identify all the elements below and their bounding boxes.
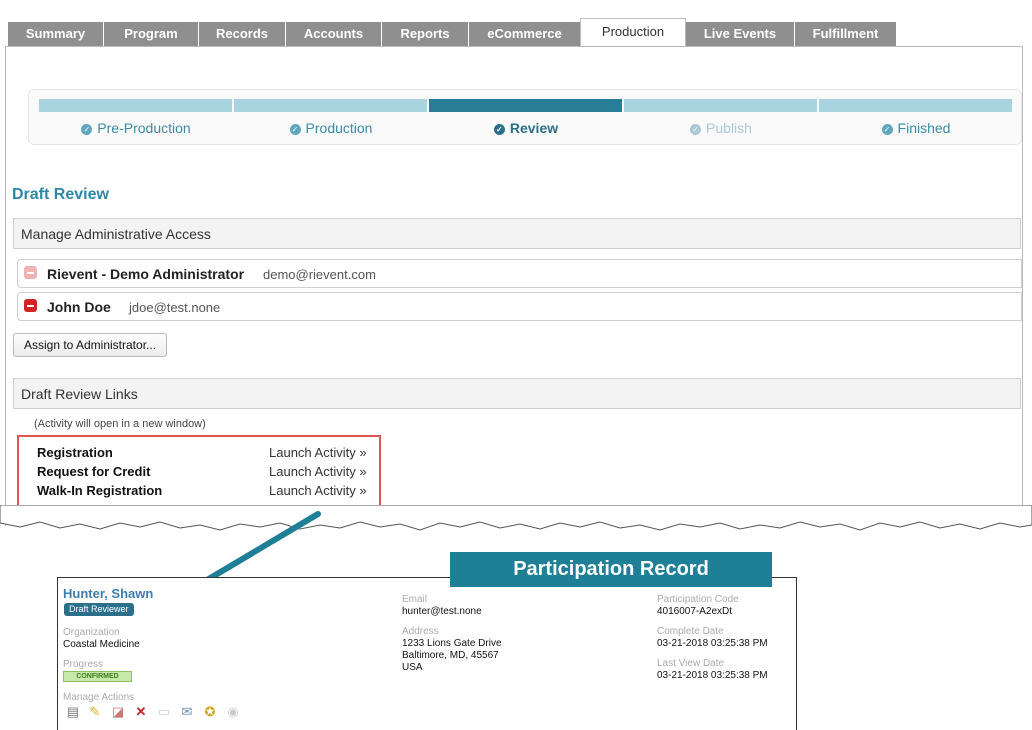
new-window-note: (Activity will open in a new window) xyxy=(34,418,206,430)
step-label: Review xyxy=(509,120,559,136)
address-label: Address xyxy=(402,626,439,637)
tab-ecommerce[interactable]: eCommerce xyxy=(469,22,581,46)
pencil-icon[interactable]: ✎ xyxy=(88,705,102,719)
draft-review-links-highlight: Registration Launch Activity » Request f… xyxy=(17,435,381,508)
tab-reports[interactable]: Reports xyxy=(382,22,469,46)
remove-admin-icon[interactable] xyxy=(24,299,37,312)
address-line-3: USA xyxy=(402,662,423,673)
activity-name: Registration xyxy=(37,445,113,460)
last-view-date-value: 03-21-2018 03:25:38 PM xyxy=(657,670,768,681)
tab-program[interactable]: Program xyxy=(104,22,199,46)
tab-production[interactable]: Production xyxy=(580,18,686,47)
tab-accounts[interactable]: Accounts xyxy=(286,22,382,46)
draft-review-links-panel-header: Draft Review Links xyxy=(13,378,1021,409)
step-production[interactable]: ✓ Production xyxy=(234,120,428,136)
organization-label: Organization xyxy=(63,627,120,638)
participation-code-label: Participation Code xyxy=(657,594,739,605)
address-line-2: Baltimore, MD, 45567 xyxy=(402,650,499,661)
blank-page-icon[interactable]: ▭ xyxy=(157,705,171,719)
participation-record-card: Hunter, Shawn Draft Reviewer Organizatio… xyxy=(57,577,797,730)
main-tab-bar: Summary Program Records Accounts Reports… xyxy=(8,18,1023,47)
step-finished[interactable]: ✓ Finished xyxy=(819,120,1013,136)
email-label: Email xyxy=(402,594,428,605)
admin-name: Rievent - Demo Administrator xyxy=(47,266,245,282)
step-label: Publish xyxy=(706,120,752,136)
step-pre-production[interactable]: ✓ Pre-Production xyxy=(39,120,233,136)
participation-code-value: 4016007-A2exDt xyxy=(657,606,733,617)
admin-row: Rievent - Demo Administrator demo@rieven… xyxy=(17,259,1022,288)
step-label: Pre-Production xyxy=(97,120,191,136)
check-circle-icon: ✓ xyxy=(690,124,702,135)
participant-name[interactable]: Hunter, Shawn xyxy=(63,586,153,601)
manage-actions-label: Manage Actions xyxy=(63,692,135,703)
progress-label: Progress xyxy=(63,659,104,670)
check-circle-icon: ✓ xyxy=(493,124,505,135)
eraser-icon[interactable]: ◪ xyxy=(111,705,125,719)
document-icon[interactable]: ▤ xyxy=(66,705,80,719)
remove-admin-icon[interactable] xyxy=(24,266,37,279)
admin-email: jdoe@test.none xyxy=(129,300,221,315)
step-review[interactable]: ✓ Review xyxy=(429,120,623,136)
step-label: Finished xyxy=(897,120,951,136)
check-circle-icon: ✓ xyxy=(289,124,301,135)
launch-activity-link[interactable]: Launch Activity » xyxy=(269,483,367,498)
draft-reviewer-badge: Draft Reviewer xyxy=(64,603,134,616)
email-value: hunter@test.none xyxy=(402,606,482,617)
tab-records[interactable]: Records xyxy=(199,22,286,46)
tab-live-events[interactable]: Live Events xyxy=(686,22,795,46)
launch-activity-link[interactable]: Launch Activity » xyxy=(269,464,367,479)
participation-record-callout-title: Participation Record xyxy=(450,552,772,587)
check-circle-icon: ✓ xyxy=(881,124,893,135)
view-eye-icon[interactable]: ◉ xyxy=(226,705,240,719)
progress-segment-review xyxy=(429,99,622,112)
delete-icon[interactable]: ✕ xyxy=(134,705,148,719)
check-circle-icon: ✓ xyxy=(81,124,93,135)
step-label: Production xyxy=(305,120,373,136)
launch-activity-link[interactable]: Launch Activity » xyxy=(269,445,367,460)
activity-name: Walk-In Registration xyxy=(37,483,163,498)
address-line-1: 1233 Lions Gate Drive xyxy=(402,638,502,649)
admin-email: demo@rievent.com xyxy=(263,267,376,282)
progress-segment-finished xyxy=(819,99,1012,112)
progress-segment-publish xyxy=(624,99,817,112)
page-title: Draft Review xyxy=(12,186,109,203)
admin-access-panel-header: Manage Administrative Access xyxy=(13,218,1021,249)
last-view-date-label: Last View Date xyxy=(657,658,725,669)
activity-name: Request for Credit xyxy=(37,464,151,479)
organization-value: Coastal Medicine xyxy=(63,639,140,650)
admin-row: John Doe jdoe@test.none xyxy=(17,292,1022,321)
progress-segment-pre-production xyxy=(39,99,232,112)
email-icon[interactable]: ✉ xyxy=(180,705,194,719)
tab-summary[interactable]: Summary xyxy=(8,22,104,46)
progress-segment-production xyxy=(234,99,427,112)
certificate-award-icon[interactable]: ✪ xyxy=(203,705,217,719)
complete-date-label: Complete Date xyxy=(657,626,724,637)
assign-to-administrator-button[interactable]: Assign to Administrator... xyxy=(13,333,167,357)
step-publish[interactable]: ✓ Publish xyxy=(624,120,818,136)
progress-status-badge: CONFIRMED xyxy=(63,671,132,682)
complete-date-value: 03-21-2018 03:25:38 PM xyxy=(657,638,768,649)
admin-name: John Doe xyxy=(47,299,111,315)
tab-fulfillment[interactable]: Fulfillment xyxy=(795,22,897,46)
production-progress-wizard: ✓ Pre-Production ✓ Production ✓ Review ✓ Pub… xyxy=(28,89,1022,145)
